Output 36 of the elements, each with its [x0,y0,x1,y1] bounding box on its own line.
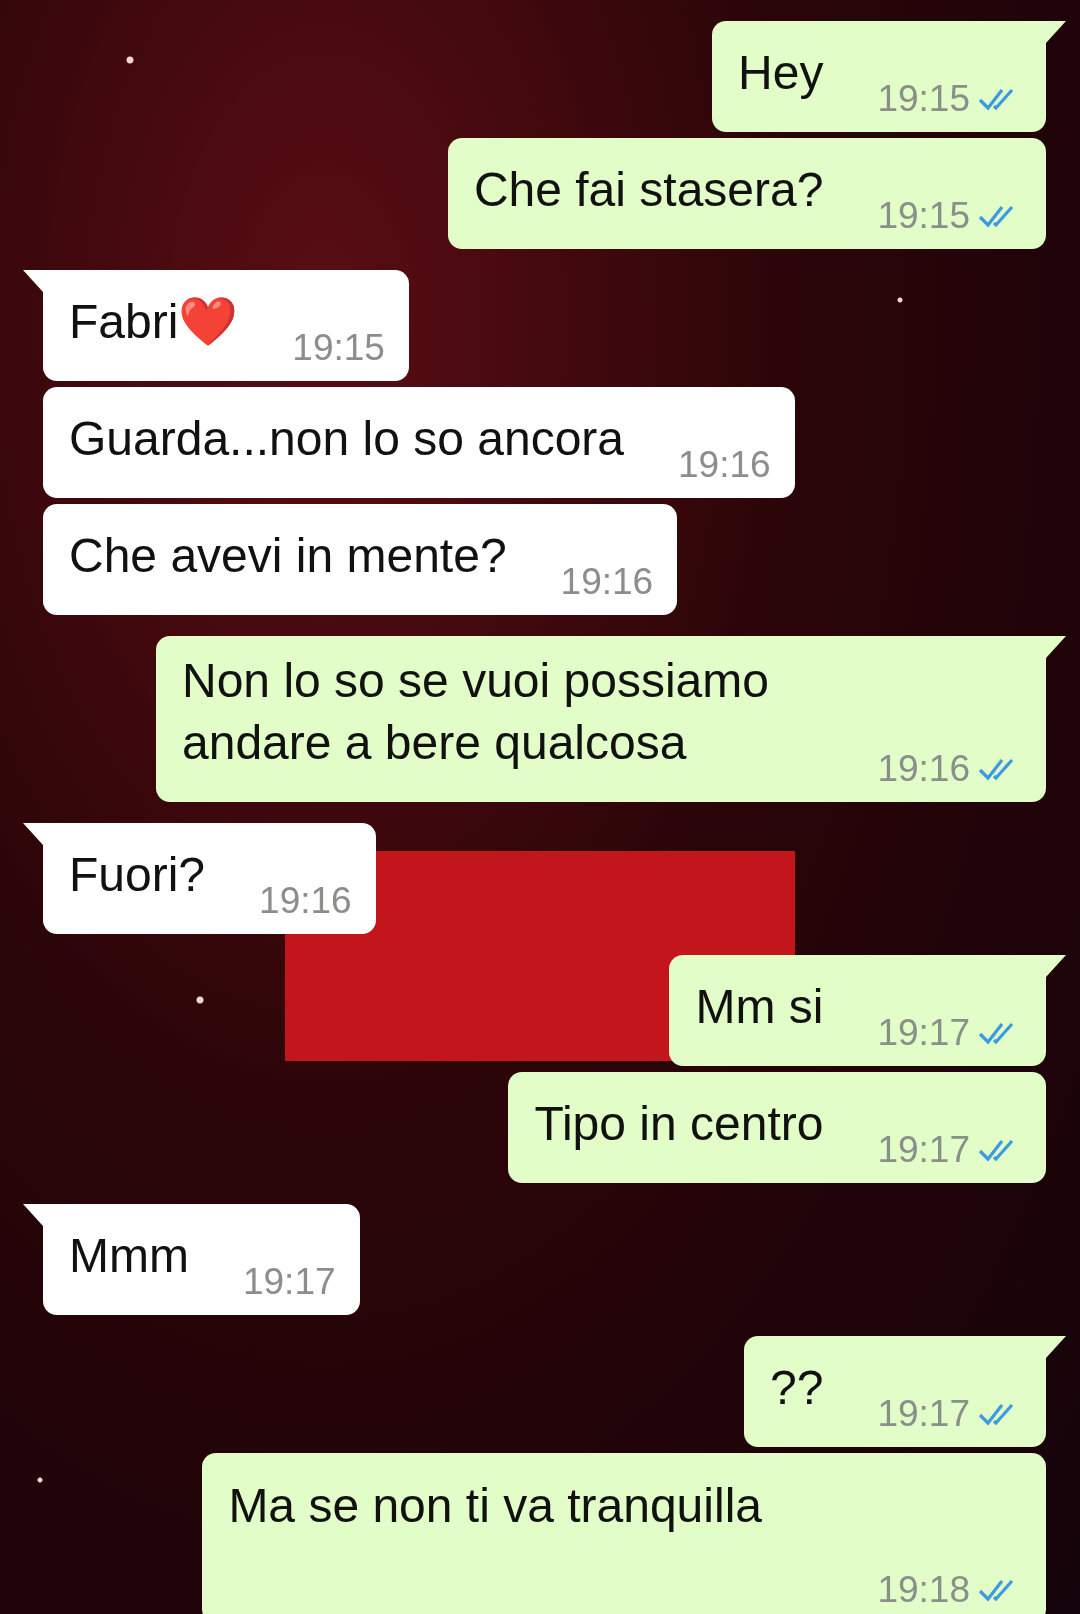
message-text: Ma se non ti va tranquilla [228,1478,762,1534]
message-text: Guarda...non lo so ancora [69,411,625,467]
sent-message-bubble[interactable]: Tipo in centro 19:17 [508,1072,1046,1183]
message-text: Che avevi in mente? [69,528,507,584]
message-text: Fabri❤ [69,294,239,350]
received-message-bubble[interactable]: Che avevi in mente? 19:16 [43,504,678,615]
message-time: 19:15 [877,194,970,238]
message-text: Fuori? [69,847,206,903]
message-time: 19:16 [259,879,352,923]
received-message-bubble[interactable]: Mmm 19:17 [43,1204,360,1315]
message-time: 19:16 [560,560,654,604]
message-text: Non lo so se vuoi possiamo andare a bere qualcosa [182,653,770,771]
message-text: Che fai stasera? [473,162,824,218]
message-time: 19:16 [877,747,970,791]
sent-message-bubble[interactable]: Ma se non ti va tranquilla 19:18 [202,1453,1046,1614]
message-text: Hey [738,45,824,101]
sent-message-bubble[interactable]: Non lo so se vuoi possiamo andare a bere qualcosa 19:16 [156,636,1046,802]
received-message-bubble[interactable]: Fabri❤ 19:15 [43,270,409,381]
message-time: 19:16 [678,443,771,487]
message-time: 19:17 [877,1011,970,1055]
message-text: Mm si [695,979,824,1035]
sent-message-bubble[interactable]: Mm si 19:17 [669,955,1046,1066]
message-time: 19:17 [242,1260,336,1304]
message-time: 19:15 [292,326,385,370]
message-time: 19:17 [877,1128,970,1172]
sent-message-bubble[interactable]: Hey 19:15 [712,21,1046,132]
received-message-bubble[interactable]: Fuori? 19:16 [43,823,376,934]
message-text: Mmm [69,1228,189,1284]
message-time: 19:15 [877,77,970,121]
message-time: 19:17 [877,1392,970,1436]
message-time: 19:18 [877,1568,970,1612]
sent-message-bubble[interactable]: Che fai stasera? 19:15 [447,138,1046,249]
message-text: Tipo in centro [534,1096,824,1152]
sent-message-bubble[interactable]: ?? 19:17 [744,1336,1046,1447]
received-message-bubble[interactable]: Guarda...non lo so ancora 19:16 [43,387,795,498]
message-text: ?? [770,1360,824,1416]
